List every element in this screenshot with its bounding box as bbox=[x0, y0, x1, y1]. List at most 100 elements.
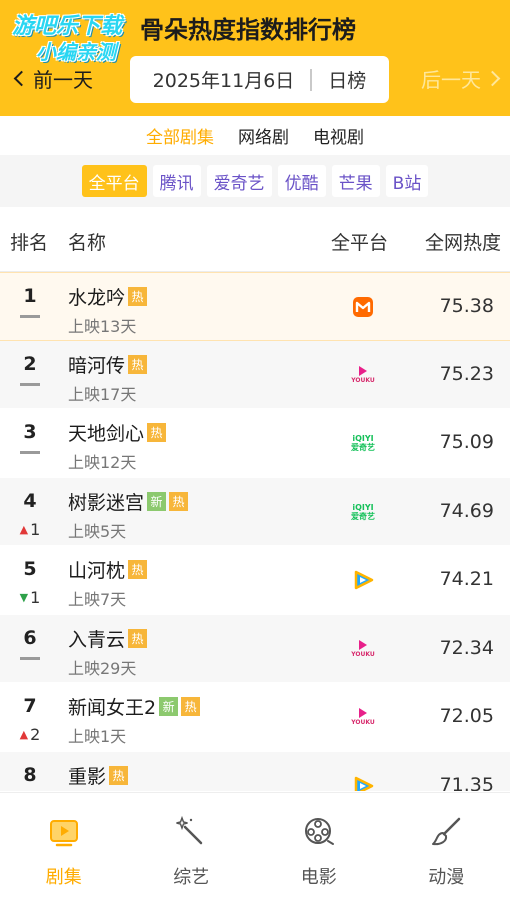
days-on-air: 上映7天 bbox=[68, 590, 127, 609]
platform-chip-all[interactable]: 全平台 bbox=[81, 165, 147, 197]
category-tabs: 全部剧集 网络剧 电视剧 bbox=[0, 116, 510, 154]
rank-number: 3 bbox=[23, 421, 37, 443]
new-badge: 新 bbox=[159, 697, 179, 716]
table-row[interactable]: 7 ▲ 2 新闻女王2 新热上映1天 YOUKU 72.05 bbox=[0, 683, 510, 752]
hot-badge: 热 bbox=[128, 287, 148, 306]
nav-item-movie[interactable]: 电影 bbox=[255, 793, 383, 898]
hot-badge: 热 bbox=[147, 423, 167, 442]
table-row[interactable]: 4 ▲ 1 树影迷宫新热上映5天 iQIYI 爱奇艺 74.69 bbox=[0, 477, 510, 546]
bottom-navigation: 剧集 综艺 电影 动漫 bbox=[0, 792, 510, 898]
tencent-icon bbox=[354, 776, 374, 791]
heat-value: 75.38 bbox=[439, 295, 494, 317]
rank-trend: ▲ 1 bbox=[0, 520, 60, 539]
show-title-wrap: 入青云热 bbox=[68, 625, 148, 652]
table-row[interactable]: 3 天地剑心热上映12天 iQIYI 爱奇艺 75.09 bbox=[0, 409, 510, 478]
iqiyi-icon: iQIYI 爱奇艺 bbox=[351, 502, 375, 521]
days-on-air: 上映17天 bbox=[68, 384, 137, 404]
table-row[interactable]: 2 暗河传热上映17天 YOUKU 75.23 bbox=[0, 340, 510, 409]
tab-tv-series[interactable]: 电视剧 bbox=[313, 123, 364, 148]
table-row[interactable]: 8 重影热 71.35 bbox=[0, 751, 510, 792]
chevron-left-icon bbox=[13, 70, 30, 87]
days-on-air: 上映1天 bbox=[68, 727, 127, 746]
platform-logo: YOUKU bbox=[349, 705, 377, 729]
youku-icon: YOUKU bbox=[351, 365, 375, 384]
next-day-button[interactable]: 后一天 bbox=[421, 64, 502, 93]
date-value: 2025年11月6日 bbox=[152, 70, 295, 92]
platform-logo: YOUKU bbox=[349, 363, 377, 387]
platform-chip-iqiyi[interactable]: 爱奇艺 bbox=[206, 165, 272, 197]
nav-item-series[interactable]: 剧集 bbox=[0, 793, 128, 898]
tencent-icon bbox=[354, 570, 374, 590]
table-row[interactable]: 6 入青云热上映29天 YOUKU 72.34 bbox=[0, 614, 510, 683]
date-selector[interactable]: 2025年11月6日 日榜 bbox=[130, 56, 389, 103]
rank-number: 7 bbox=[23, 695, 37, 717]
column-header-name: 名称 bbox=[68, 232, 107, 254]
trend-flat-icon bbox=[20, 451, 40, 454]
show-title: 重影 bbox=[68, 765, 107, 788]
heat-value: 75.23 bbox=[439, 362, 494, 385]
heat-value: 75.09 bbox=[439, 431, 494, 453]
show-title: 新闻女王2 bbox=[68, 697, 157, 719]
rank-number: 2 bbox=[23, 352, 37, 375]
period-value: 日榜 bbox=[328, 70, 367, 92]
heat-value: 72.34 bbox=[439, 636, 494, 659]
table-row[interactable]: 5 ▼ 1 山河枕热上映7天 74.21 bbox=[0, 546, 510, 615]
column-header-platform: 全平台 bbox=[331, 232, 389, 254]
days-on-air: 上映5天 bbox=[68, 521, 127, 541]
heat-value: 71.35 bbox=[439, 773, 494, 792]
platform-logo bbox=[349, 295, 377, 319]
days-on-air: 上映13天 bbox=[68, 317, 137, 336]
show-title: 山河枕 bbox=[68, 560, 126, 582]
platform-logo: iQIYI 爱奇艺 bbox=[349, 431, 377, 455]
youku-icon: YOUKU bbox=[351, 708, 375, 726]
nav-label-movie: 电影 bbox=[300, 867, 337, 888]
rank-number: 4 bbox=[23, 489, 37, 512]
hot-badge: 热 bbox=[169, 491, 189, 511]
trend-up-icon: ▲ bbox=[19, 728, 29, 741]
nav-item-anime[interactable]: 动漫 bbox=[383, 793, 510, 898]
show-title-wrap: 天地剑心热 bbox=[68, 419, 167, 446]
table-row[interactable]: 1 水龙吟热上映13天 75.38 bbox=[0, 272, 510, 341]
prev-day-label: 前一天 bbox=[33, 68, 93, 92]
hot-badge: 热 bbox=[181, 697, 201, 716]
platform-chip-mango[interactable]: 芒果 bbox=[331, 165, 380, 197]
trend-flat-icon bbox=[20, 656, 40, 660]
rank-number: 5 bbox=[23, 558, 37, 580]
prev-day-button[interactable]: 前一天 bbox=[12, 64, 93, 93]
iqiyi-icon: iQIYI 爱奇艺 bbox=[351, 434, 375, 452]
heat-value: 74.21 bbox=[439, 568, 494, 590]
mango-icon bbox=[353, 297, 373, 317]
show-title-wrap: 新闻女王2 新热 bbox=[68, 693, 201, 720]
column-header-rank: 排名 bbox=[10, 232, 49, 254]
nav-item-variety[interactable]: 综艺 bbox=[128, 793, 256, 898]
header-bar: 游吧乐下载 小编亲测 骨朵热度指数排行榜 前一天 2025年11月6日 日榜 后… bbox=[0, 0, 510, 116]
film-reel-icon bbox=[304, 818, 334, 845]
nav-label-variety: 综艺 bbox=[173, 867, 210, 888]
tab-web-series[interactable]: 网络剧 bbox=[238, 123, 289, 148]
platform-logo bbox=[349, 774, 377, 791]
hot-badge: 热 bbox=[128, 560, 148, 579]
show-title-wrap: 树影迷宫新热 bbox=[68, 488, 189, 515]
trend-flat-icon bbox=[20, 382, 40, 386]
show-title: 入青云 bbox=[68, 628, 126, 651]
heat-value: 72.05 bbox=[439, 705, 494, 727]
show-title-wrap: 暗河传热 bbox=[68, 351, 148, 378]
rank-number: 1 bbox=[23, 285, 37, 307]
date-divider bbox=[310, 68, 313, 91]
rank-number: 8 bbox=[23, 763, 37, 786]
table-header: 排名 名称 全平台 全网热度 bbox=[0, 207, 510, 272]
platform-chip-youku[interactable]: 优酷 bbox=[277, 165, 326, 197]
platform-chip-bilibili[interactable]: B站 bbox=[385, 165, 429, 197]
chevron-right-icon bbox=[484, 70, 501, 87]
heat-value: 74.69 bbox=[439, 499, 494, 522]
magic-wand-icon bbox=[176, 815, 203, 845]
tab-all-series[interactable]: 全部剧集 bbox=[146, 123, 214, 148]
show-title: 水龙吟 bbox=[68, 287, 126, 309]
next-day-label: 后一天 bbox=[421, 68, 481, 92]
days-on-air: 上映12天 bbox=[68, 453, 137, 472]
trend-down-icon: ▼ bbox=[19, 591, 29, 604]
platform-chip-tencent[interactable]: 腾讯 bbox=[152, 165, 201, 197]
tv-icon bbox=[49, 820, 78, 847]
trend-value: 1 bbox=[30, 588, 41, 607]
ranking-list: 1 水龙吟热上映13天 75.38 2 暗河传热上映17天 YOUKU 75.23 3 天地剑心… bbox=[0, 272, 510, 791]
